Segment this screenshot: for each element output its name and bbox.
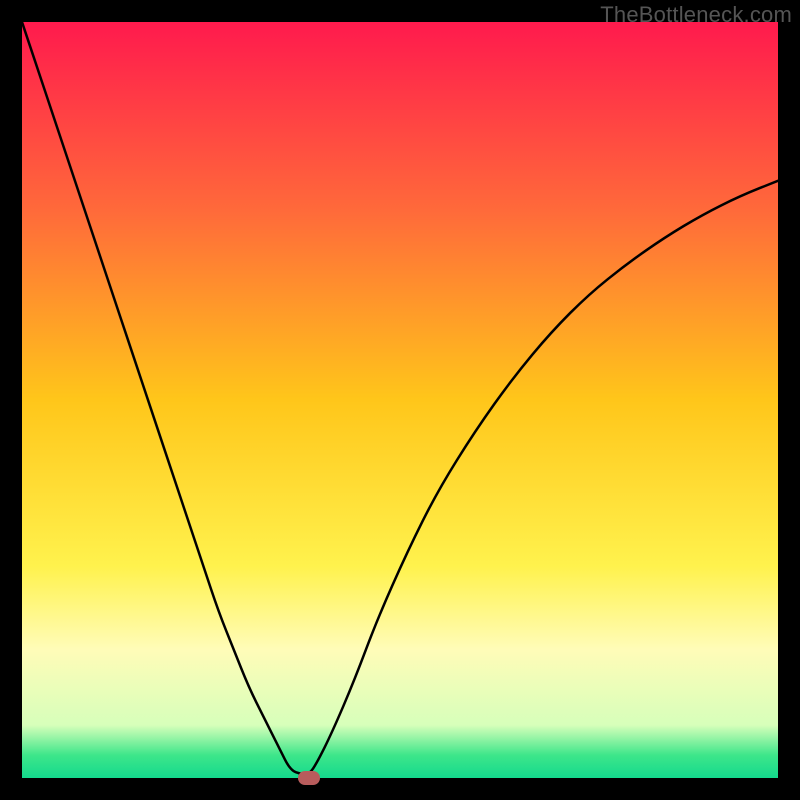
chart-svg bbox=[22, 22, 778, 778]
watermark-text: TheBottleneck.com bbox=[600, 2, 792, 28]
plot-area bbox=[22, 22, 778, 778]
gradient-bg bbox=[22, 22, 778, 778]
minimum-marker bbox=[298, 771, 320, 785]
chart-frame: TheBottleneck.com bbox=[0, 0, 800, 800]
